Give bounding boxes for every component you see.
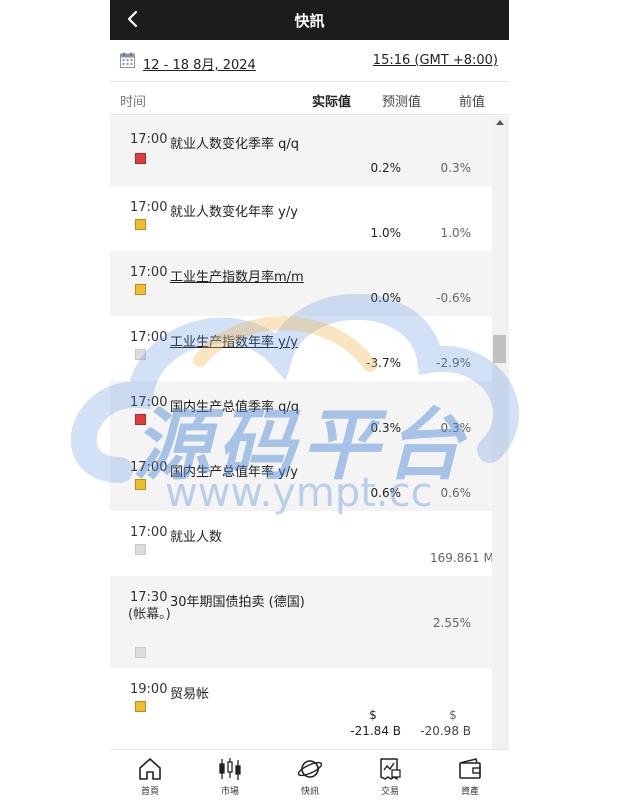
page-title: 快訊 [294, 12, 325, 30]
nav-label: 交易 [380, 787, 399, 797]
nav-item-trade[interactable]: 交易 [350, 750, 430, 800]
impact-indicator [135, 544, 146, 555]
column-time: 时间 [120, 95, 147, 110]
list-item[interactable]: 17:30 (帐幕。) 30年期国债拍卖 (德国) 2.55% [110, 576, 492, 668]
home-icon [139, 758, 161, 780]
nav-item-home[interactable]: 首頁 [110, 750, 190, 800]
nav-label: 快訊 [300, 787, 319, 797]
bottom-navigation: 首頁 市場 快訊 交易 資產 [110, 749, 509, 800]
event-name: 就业人数 [170, 530, 223, 545]
nav-label: 資產 [460, 787, 479, 797]
event-time: 17:00 [130, 265, 168, 280]
actual-value: 1.0% [370, 226, 402, 240]
forecast-currency: $ [449, 708, 457, 722]
forecast-value: 1.0% [440, 226, 472, 240]
event-time: 17:00 [130, 525, 168, 540]
date-range-selector[interactable]: 12 - 18 8月, 2024 [143, 54, 256, 73]
event-name: 贸易帐 [170, 687, 210, 702]
forecast-value: -2.9% [436, 356, 471, 370]
planet-icon [297, 760, 323, 778]
nav-item-assets[interactable]: 資產 [430, 750, 509, 800]
date-bar: 12 - 18 8月, 2024 15:16 (GMT +8:00) [110, 40, 509, 82]
column-forecast[interactable]: 预测值 [382, 91, 421, 110]
event-time: 17:00 [130, 200, 168, 215]
nav-item-flash[interactable]: 快訊 [270, 750, 350, 800]
list-item[interactable]: 17:00 就业人数 169.861 M [110, 511, 492, 576]
list-item[interactable]: 19:00 贸易帐 $ -21.84 B $ -20.98 B [110, 668, 492, 749]
event-name: 就业人数变化年率 y/y [170, 205, 298, 220]
scrollbar[interactable] [492, 116, 509, 749]
event-time: 17:00 [130, 460, 168, 475]
impact-indicator [135, 349, 146, 360]
impact-indicator [135, 284, 146, 295]
calendar-icon[interactable] [120, 52, 135, 68]
time-zone-selector[interactable]: 15:16 (GMT +8:00) [373, 53, 498, 68]
forecast-value: 0.3% [440, 421, 472, 435]
wallet-icon [459, 758, 481, 779]
actual-value: -3.7% [366, 356, 401, 370]
event-time: 17:00 [130, 132, 168, 147]
actual-value: -21.84 B [350, 724, 401, 738]
forecast-value: 0.6% [440, 486, 472, 500]
list-item[interactable]: 17:00 就业人数变化季率 q/q 0.2% 0.3% [110, 116, 492, 186]
event-time: 19:00 [130, 682, 168, 697]
list-item[interactable]: 17:00 国内生产总值年率 y/y 0.6% 0.6% [110, 446, 492, 511]
actual-value: 0.6% [370, 486, 402, 500]
forecast-value: 0.3% [440, 161, 472, 175]
actual-value: 0.0% [370, 291, 402, 305]
impact-indicator [135, 219, 146, 230]
actual-value: 0.2% [370, 161, 402, 175]
nav-label: 首頁 [140, 787, 159, 797]
event-time: 17:30 [130, 590, 168, 605]
nav-item-market[interactable]: 市場 [190, 750, 270, 800]
impact-indicator [135, 701, 146, 712]
actual-value: 0.3% [370, 421, 402, 435]
event-name[interactable]: 工业生产指数月率m/m [170, 266, 304, 285]
event-name: 国内生产总值季率 q/q [170, 400, 300, 415]
list-item[interactable]: 17:00 工业生产指数年率 y/y -3.7% -2.9% [110, 316, 492, 381]
list-item[interactable]: 17:00 工业生产指数月率m/m 0.0% -0.6% [110, 251, 492, 316]
impact-indicator [135, 414, 146, 425]
actual-currency: $ [369, 708, 377, 722]
scroll-up-arrow-icon[interactable] [496, 120, 504, 125]
nav-label: 市場 [220, 787, 239, 797]
app-screen: 快訊 12 - 18 8月, 2024 15:16 (GMT +8:00) 时间… [110, 0, 509, 800]
event-time: 17:00 [130, 330, 168, 345]
list-item[interactable]: 17:00 就业人数变化年率 y/y 1.0% 1.0% [110, 186, 492, 251]
column-header: 时间 实际值 预测值 前值 [110, 82, 509, 115]
list-item[interactable]: 17:00 国内生产总值季率 q/q 0.3% 0.3% [110, 381, 492, 446]
event-time: 17:00 [130, 395, 168, 410]
forecast-value: 2.55% [432, 616, 471, 630]
impact-indicator [135, 647, 146, 658]
event-name[interactable]: 工业生产指数年率 y/y [170, 331, 298, 350]
event-name: 就业人数变化季率 q/q [170, 137, 300, 152]
trade-receipt-icon [380, 758, 401, 780]
impact-indicator [135, 479, 146, 490]
event-name: 30年期国债拍卖 (德国) [170, 595, 305, 610]
forecast-value: -0.6% [436, 291, 471, 305]
event-time-note: (帐幕。) [128, 607, 171, 622]
forecast-value: 169.861 M [430, 551, 492, 565]
candlestick-icon [219, 758, 241, 780]
column-actual[interactable]: 实际值 [312, 91, 351, 110]
top-bar: 快訊 [110, 0, 509, 40]
event-name: 国内生产总值年率 y/y [170, 465, 298, 480]
event-list[interactable]: 17:00 就业人数变化季率 q/q 0.2% 0.3% 17:00 就业人数变… [110, 116, 492, 749]
column-previous[interactable]: 前值 [459, 91, 485, 110]
forecast-value: -20.98 B [420, 724, 471, 738]
scrollbar-thumb[interactable] [493, 335, 506, 363]
impact-indicator [135, 153, 146, 164]
